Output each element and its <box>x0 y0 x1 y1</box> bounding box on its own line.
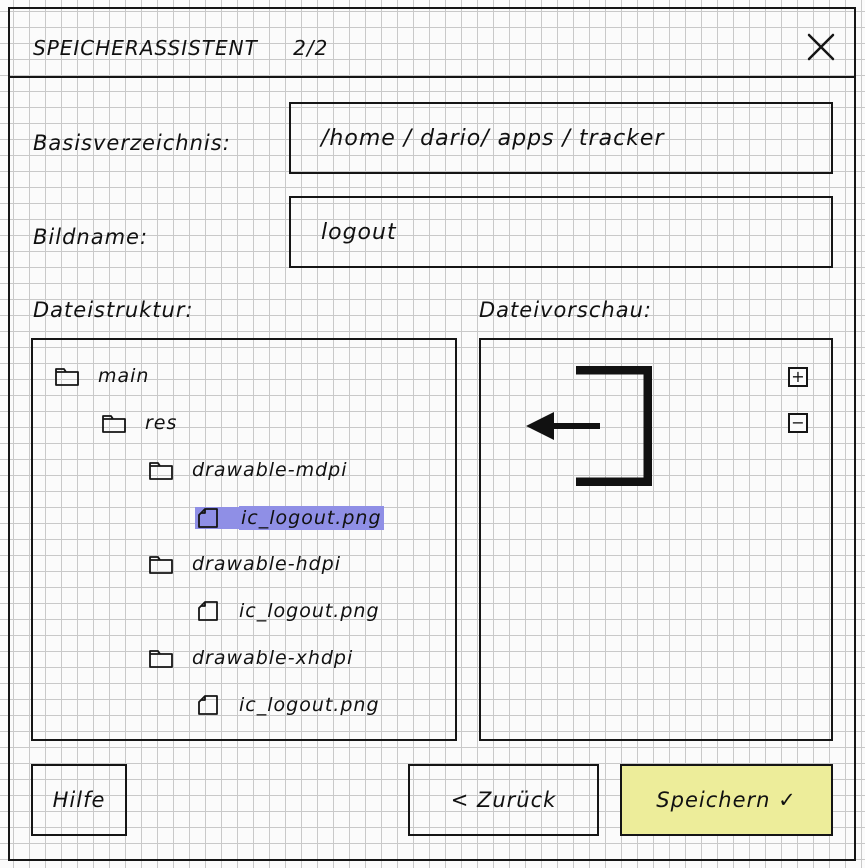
back-button[interactable]: < Zurück <box>408 764 599 836</box>
tree-item-label: drawable-hdpi <box>192 553 342 575</box>
image-name-field[interactable]: logout <box>289 196 833 268</box>
logout-icon <box>524 365 653 487</box>
tree-folder-item[interactable]: drawable-xhdpi <box>148 647 353 669</box>
zoom-out-button[interactable]: − <box>788 413 808 433</box>
tree-item-label: ic_logout.png <box>239 600 380 622</box>
preview-label: Dateivorschau: <box>479 298 652 322</box>
dialog-title-text: SPEICHERASSISTENT <box>33 36 258 60</box>
structure-label: Dateistruktur: <box>33 298 194 322</box>
folder-icon <box>148 647 174 669</box>
tree-item-label: drawable-xhdpi <box>192 647 354 669</box>
file-tree-panel: main res drawable-mdpi ic_logout.png drawabl… <box>31 338 457 741</box>
save-button[interactable]: Speichern ✓ <box>620 764 833 836</box>
tree-item-label: drawable-mdpi <box>192 459 348 481</box>
tree-folder-item[interactable]: main <box>54 365 149 387</box>
file-icon <box>195 600 221 622</box>
tree-item-label: ic_logout.png <box>239 506 384 530</box>
folder-icon <box>54 365 80 387</box>
tree-item-label: ic_logout.png <box>239 694 380 716</box>
dialog-step: 2/2 <box>293 36 329 60</box>
folder-icon <box>148 459 174 481</box>
tree-file-item[interactable]: ic_logout.png <box>195 600 380 622</box>
file-icon <box>195 507 239 529</box>
preview-panel: + − <box>479 338 833 741</box>
tree-item-label: res <box>145 412 178 434</box>
tree-item-label: main <box>98 365 150 387</box>
folder-icon <box>101 412 127 434</box>
zoom-in-button[interactable]: + <box>788 367 808 387</box>
help-button[interactable]: Hilfe <box>31 764 127 836</box>
close-icon[interactable] <box>804 30 838 64</box>
tree-file-item[interactable]: ic_logout.png <box>195 694 380 716</box>
folder-icon <box>148 553 174 575</box>
base-dir-label: Basisverzeichnis: <box>33 131 231 155</box>
tree-folder-item[interactable]: drawable-hdpi <box>148 553 341 575</box>
image-name-label: Bildname: <box>33 225 149 249</box>
tree-file-item[interactable]: ic_logout.png <box>195 506 384 530</box>
titlebar-divider <box>8 76 856 78</box>
tree-folder-item[interactable]: drawable-mdpi <box>148 459 348 481</box>
base-dir-field[interactable]: /home / dario/ apps / tracker <box>289 102 833 174</box>
tree-folder-item[interactable]: res <box>101 412 177 434</box>
dialog-title: SPEICHERASSISTENT 2/2 <box>33 36 328 60</box>
file-icon <box>195 694 221 716</box>
